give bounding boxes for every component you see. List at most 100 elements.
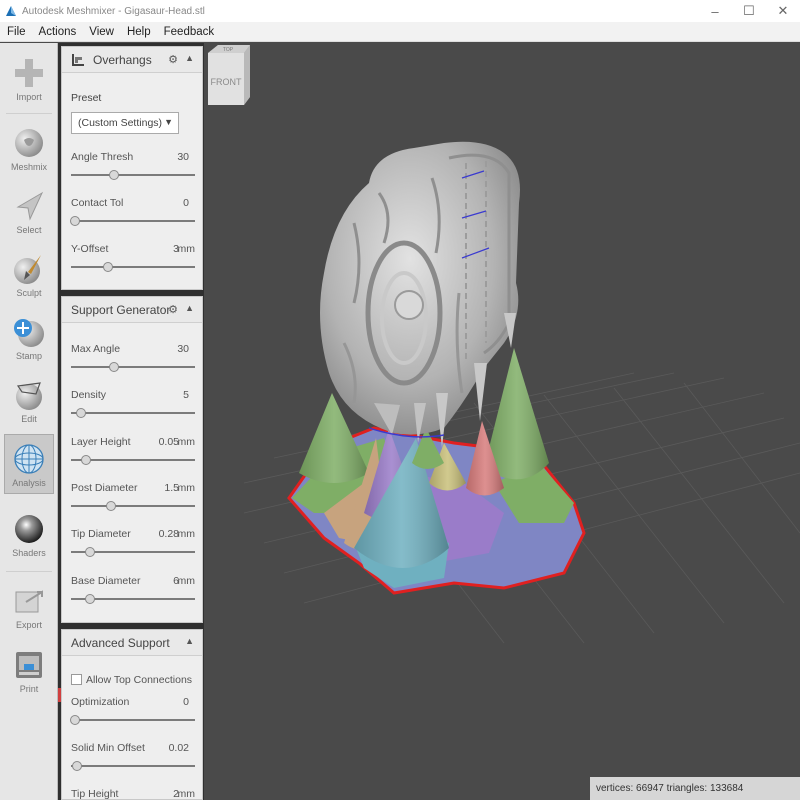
cursor-arrow-icon [16,191,44,221]
slider-handle[interactable] [103,262,114,272]
slider-handle[interactable] [109,362,120,372]
brush-icon [14,255,41,284]
scene-canvas[interactable] [204,43,800,800]
menu-bar: File Actions View Help Feedback [0,22,800,42]
slider-track[interactable] [71,504,195,507]
menu-help[interactable]: Help [122,26,156,38]
y-offset-slider[interactable] [71,262,195,272]
minimize-button[interactable]: – [698,0,732,22]
slider-handle[interactable] [84,593,95,604]
optimization-row: Optimization 0 [71,696,195,710]
overhangs-title: Overhangs [93,52,152,67]
menu-feedback[interactable]: Feedback [159,26,220,38]
collapse-icon[interactable]: ▲ [185,53,194,63]
slider-handle[interactable] [84,547,95,558]
analysis-globe-icon [14,444,44,474]
collapse-icon[interactable]: ▲ [185,303,194,313]
max-angle-label: Max Angle [71,343,121,355]
density-row: Density 5 [71,389,195,403]
allow-top-connections-checkbox[interactable] [71,674,82,685]
toolbar-divider [6,113,52,114]
slider-track[interactable] [71,366,195,368]
solid-min-offset-slider[interactable] [71,761,195,771]
tool-import-label: Import [16,92,42,102]
base-diameter-row: Base Diameter 6 mm [71,575,195,589]
slider-handle[interactable] [69,216,80,226]
layer-height-label: Layer Height [71,435,131,448]
tool-select[interactable]: Select [4,182,54,242]
max-angle-slider[interactable] [71,362,195,372]
tip-diameter-value[interactable]: 0.28 [159,528,179,540]
advanced-support-panel-header[interactable]: Advanced Support ▲ [62,630,202,656]
gear-icon[interactable]: ⚙ [168,53,178,66]
gear-icon[interactable]: ⚙ [168,303,178,316]
optimization-slider[interactable] [69,715,195,725]
overhangs-panel-header[interactable]: Overhangs ⚙ ▲ [62,47,202,73]
max-angle-value[interactable]: 30 [177,343,189,355]
slider-track[interactable] [71,765,195,767]
layer-height-slider[interactable] [71,454,195,465]
slider-handle[interactable] [109,170,120,180]
toolbar-divider [6,571,52,572]
overhangs-panel: Overhangs ⚙ ▲ Preset (Custom Settings) ▼… [61,46,203,290]
slider-handle[interactable] [72,761,83,771]
angle-thresh-value[interactable]: 30 [177,151,189,163]
menu-file[interactable]: File [2,26,31,38]
tip-diameter-slider[interactable] [71,547,195,558]
advanced-support-title: Advanced Support [71,635,170,650]
optimization-value[interactable]: 0 [183,696,189,708]
density-value[interactable]: 5 [183,389,189,401]
solid-min-offset-value[interactable]: 0.02 [169,742,189,754]
support-generator-panel-header[interactable]: Support Generator ⚙ ▲ [62,297,202,323]
tool-edit[interactable]: Edit [4,371,54,431]
density-slider[interactable] [71,408,195,419]
slider-track[interactable] [71,266,195,268]
view-cube-front-label: FRONT [211,77,242,87]
tool-shaders[interactable]: Shaders [4,505,54,565]
contact-tol-value[interactable]: 0 [183,197,189,209]
contact-tol-slider[interactable] [69,216,195,226]
allow-top-connections-label: Allow Top Connections [86,674,193,686]
plus-icon [15,59,43,87]
3d-viewport[interactable]: TOP FRONT [204,43,800,800]
slider-track[interactable] [71,174,195,176]
collapse-icon[interactable]: ▲ [185,636,194,646]
tool-export[interactable]: Export [4,577,54,637]
solid-min-offset-row: Solid Min Offset 0.02 [71,742,195,756]
contact-tol-row: Contact Tol 0 [71,197,195,211]
view-cube[interactable]: TOP FRONT [204,43,252,109]
angle-thresh-row: Angle Thresh 30 [71,151,195,165]
advanced-support-panel: Advanced Support ▲ Allow Top Connections… [61,629,203,800]
menu-actions[interactable]: Actions [34,26,82,38]
meshmix-ball-icon [15,129,43,157]
tool-sidebar: Import Meshmix Select Sculpt Stamp Edit … [0,43,58,800]
slider-track[interactable] [71,220,195,222]
menu-view[interactable]: View [84,26,119,38]
close-button[interactable]: ✕ [766,0,800,22]
tool-import[interactable]: Import [4,49,54,109]
preset-dropdown[interactable]: (Custom Settings) ▼ [71,112,179,134]
tool-stamp[interactable]: Stamp [4,308,54,368]
maximize-button[interactable]: ☐ [732,0,766,22]
slider-track[interactable] [71,412,195,415]
tip-diameter-row: Tip Diameter 0.28 mm [71,528,195,542]
tool-meshmix-label: Meshmix [10,162,47,172]
slider-handle[interactable] [80,454,91,465]
slider-handle[interactable] [69,715,80,725]
base-diameter-slider[interactable] [71,593,195,604]
slider-track[interactable] [71,719,195,721]
post-diameter-label: Post Diameter [71,481,138,494]
meshmixer-app-icon [6,6,16,16]
layer-height-row: Layer Height 0.05 mm [71,436,195,450]
tool-select-label: Select [16,225,42,235]
tool-meshmix[interactable]: Meshmix [4,119,54,179]
tool-edit-label: Edit [21,414,37,424]
layer-height-value[interactable]: 0.05 [159,436,179,448]
slider-handle[interactable] [105,500,116,511]
post-diameter-slider[interactable] [71,500,195,511]
tool-print[interactable]: Print [4,641,54,701]
slider-handle[interactable] [75,408,86,419]
tool-sculpt[interactable]: Sculpt [4,245,54,305]
angle-thresh-slider[interactable] [71,170,195,180]
tool-analysis[interactable]: Analysis [4,434,54,494]
